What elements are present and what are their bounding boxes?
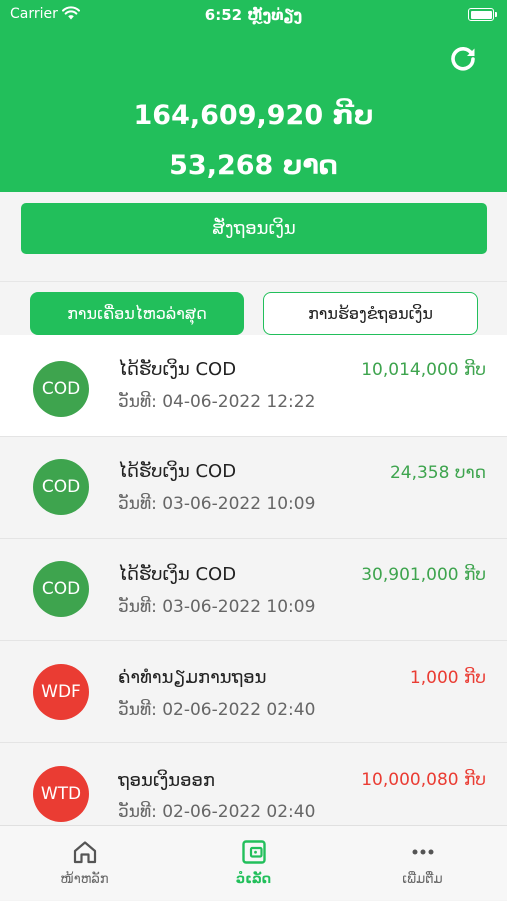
transaction-date: ວັນທີ: 02-06-2022 02:40 [118, 802, 316, 822]
balance-baht: 53,268 ບາດ [169, 150, 338, 181]
transaction-row[interactable]: COD ໄດ້ຮັບເງິນ COD ວັນທີ: 03-06-2022 10:… [0, 539, 507, 641]
balance-kip: 164,609,920 ກີບ [133, 100, 374, 131]
nav-label-home: ໜ້າຫລັກ [60, 872, 109, 887]
bottom-nav: ໜ້າຫລັກ ວໍເລັດ ເພີ່ມຕື່ມ [0, 825, 507, 900]
transaction-title: ໄດ້ຮັບເງິນ COD [118, 461, 237, 482]
battery-icon [468, 8, 497, 21]
refresh-icon[interactable] [448, 44, 478, 74]
wallet-icon [242, 840, 266, 864]
nav-label-more: ເພີ່ມຕື່ມ [402, 872, 443, 887]
transaction-title: ໄດ້ຮັບເງິນ COD [118, 564, 237, 585]
transaction-row[interactable]: WDF ຄ່າທຳນຽມການຖອນ ວັນທີ: 02-06-2022 02:… [0, 641, 507, 743]
wdf-badge-icon: WDF [33, 664, 89, 720]
wtd-badge-icon: WTD [33, 766, 89, 822]
transaction-date: ວັນທີ: 02-06-2022 02:40 [118, 700, 316, 720]
transaction-date: ວັນທີ: 04-06-2022 12:22 [118, 392, 316, 412]
transaction-row[interactable]: COD ໄດ້ຮັບເງິນ COD ວັນທີ: 04-06-2022 12:… [0, 335, 507, 437]
transaction-amount: 10,000,080 ກີບ [361, 770, 486, 790]
transaction-date: ວັນທີ: 03-06-2022 10:09 [118, 597, 316, 617]
transaction-amount: 1,000 ກີບ [409, 668, 486, 688]
transaction-title: ຖອນເງິນອອກ [118, 770, 215, 791]
nav-item-more[interactable]: ເພີ່ມຕື່ມ [338, 826, 507, 901]
transaction-row[interactable]: WTD ຖອນເງິນອອກ ວັນທີ: 02-06-2022 02:40 1… [0, 743, 507, 825]
home-icon [73, 841, 97, 864]
transaction-amount: 24,358 ບາດ [389, 463, 486, 483]
status-time: 6:52 ຫຼັງທ່ຽງ [204, 6, 303, 24]
tab-recent-activity[interactable]: ການເຄື່ອນໄຫວລ່າສຸດ [30, 292, 244, 335]
cod-badge-icon: COD [33, 561, 89, 617]
transaction-title: ຄ່າທຳນຽມການຖອນ [118, 667, 267, 688]
cod-badge-icon: COD [33, 361, 89, 417]
transaction-title: ໄດ້ຮັບເງິນ COD [118, 359, 237, 380]
nav-item-home[interactable]: ໜ້າຫລັກ [0, 826, 169, 901]
divider [0, 281, 507, 282]
nav-item-wallet[interactable]: ວໍເລັດ [169, 826, 338, 901]
transaction-list: COD ໄດ້ຮັບເງິນ COD ວັນທີ: 04-06-2022 12:… [0, 335, 507, 825]
transaction-row[interactable]: COD ໄດ້ຮັບເງິນ COD ວັນທີ: 03-06-2022 10:… [0, 437, 507, 539]
more-icon [412, 849, 434, 855]
withdraw-button[interactable]: ສັ່ງຖອນເງິນ [21, 203, 487, 254]
header: Carrier 6:52 ຫຼັງທ່ຽງ 164,609,920 ກີບ 53… [0, 0, 507, 192]
nav-label-wallet: ວໍເລັດ [235, 872, 272, 887]
tab-withdraw-requests[interactable]: ການຮ້ອງຂໍຖອນເງິນ [263, 292, 478, 335]
status-bar: Carrier 6:52 ຫຼັງທ່ຽງ [0, 0, 507, 30]
transaction-date: ວັນທີ: 03-06-2022 10:09 [118, 494, 316, 514]
cod-badge-icon: COD [33, 459, 89, 515]
transaction-amount: 30,901,000 ກີບ [361, 565, 486, 585]
transaction-amount: 10,014,000 ກີບ [361, 360, 486, 380]
